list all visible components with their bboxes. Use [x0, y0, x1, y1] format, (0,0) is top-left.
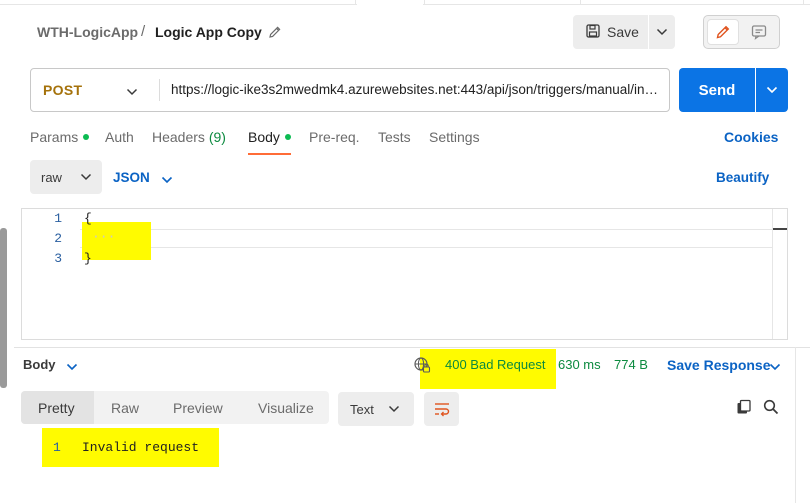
response-divider[interactable]	[14, 347, 810, 348]
edit-pencil-icon[interactable]	[268, 25, 282, 39]
response-body-select[interactable]: Body	[23, 357, 56, 372]
tab-headers[interactable]: Headers (9)	[152, 129, 226, 145]
chevron-down-icon[interactable]	[126, 84, 138, 99]
save-options-dropdown[interactable]	[649, 15, 675, 49]
body-mode-label: raw	[41, 169, 62, 185]
active-request-tab[interactable]	[357, 0, 423, 6]
body-mode-select[interactable]: raw	[30, 160, 102, 194]
breadcrumb-separator: /	[141, 23, 146, 40]
tab-count: (9)	[208, 129, 226, 145]
breadcrumb-collection[interactable]: WTH-LogicApp	[37, 24, 138, 40]
chevron-down-icon[interactable]	[66, 359, 78, 374]
send-button[interactable]: Send	[679, 68, 755, 112]
sidebar-scrollbar[interactable]	[0, 228, 7, 388]
response-size[interactable]: 774 B	[614, 357, 648, 372]
body-language-select[interactable]: JSON	[113, 170, 150, 185]
save-response-button[interactable]: Save Response	[667, 357, 771, 373]
chevron-down-icon	[656, 28, 668, 36]
http-method-select[interactable]: POST	[43, 82, 82, 98]
line-number: 1	[53, 440, 61, 455]
copy-icon[interactable]	[736, 399, 752, 418]
save-button-label: Save	[607, 24, 639, 40]
save-disk-icon	[585, 23, 601, 42]
current-line-highlight	[80, 229, 772, 248]
beautify-button[interactable]: Beautify	[716, 170, 769, 185]
view-tab-raw[interactable]: Raw	[111, 400, 139, 416]
chevron-down-icon[interactable]	[769, 359, 781, 374]
tab-label: Tests	[378, 129, 411, 145]
active-tab-underline	[248, 153, 291, 155]
chevron-down-icon	[766, 86, 778, 94]
tab-indicator-dot	[83, 134, 90, 140]
tab-label: Auth	[105, 129, 134, 145]
tab-pre-request[interactable]: Pre-req.	[309, 129, 360, 145]
line-number: 3	[54, 251, 62, 266]
wrap-lines-icon	[434, 403, 449, 417]
tab-divider	[355, 0, 356, 5]
line-number: 2	[54, 231, 62, 246]
code-line[interactable]: }	[84, 251, 92, 266]
chevron-down-icon	[80, 173, 91, 181]
line-number: 1	[54, 211, 62, 226]
response-status[interactable]: 400 Bad Request	[445, 357, 545, 372]
response-scrollbar-track[interactable]	[795, 347, 796, 503]
documentation-mode-button[interactable]	[743, 19, 775, 45]
tab-divider	[803, 0, 804, 5]
edit-pencil-icon	[716, 25, 730, 39]
tab-indicator-dot	[284, 134, 291, 140]
view-tab-visualize[interactable]: Visualize	[258, 400, 314, 416]
edit-mode-button[interactable]	[707, 19, 739, 45]
code-line[interactable]: ···	[92, 229, 115, 244]
tab-divider	[424, 0, 425, 5]
breadcrumb-request-name[interactable]: Logic App Copy	[155, 24, 262, 40]
search-icon[interactable]	[763, 399, 779, 418]
chevron-down-icon	[388, 405, 399, 413]
chevron-down-icon[interactable]	[161, 172, 173, 187]
wrap-lines-button[interactable]	[424, 392, 459, 426]
response-format-label: Text	[350, 401, 374, 417]
tab-tests[interactable]: Tests	[378, 129, 411, 145]
response-format-select[interactable]: Text	[338, 392, 414, 426]
comment-icon	[751, 25, 767, 40]
tab-body[interactable]: Body	[248, 129, 291, 145]
tab-label: Body	[248, 129, 280, 145]
globe-lock-icon[interactable]	[413, 356, 431, 377]
tab-divider	[580, 0, 581, 5]
tab-label: Pre-req.	[309, 129, 360, 145]
url-input[interactable]: https://logic-ike3s2mwedmk4.azurewebsite…	[171, 82, 663, 97]
send-options-dropdown[interactable]	[756, 68, 788, 112]
tab-label: Settings	[429, 129, 480, 145]
response-time[interactable]: 630 ms	[558, 357, 601, 372]
code-line[interactable]: {	[84, 211, 92, 226]
view-tab-preview[interactable]: Preview	[173, 400, 223, 416]
tab-label: Params	[30, 129, 79, 145]
tab-auth[interactable]: Auth	[105, 129, 134, 145]
tab-label: Headers	[152, 129, 205, 145]
url-divider	[159, 79, 160, 101]
view-tab-pretty[interactable]: Pretty	[38, 400, 75, 416]
response-body-line[interactable]: Invalid request	[82, 440, 199, 455]
editor-cursor-marker	[773, 228, 787, 230]
save-button[interactable]: Save	[573, 15, 648, 49]
cookies-link[interactable]: Cookies	[724, 129, 778, 145]
tab-params[interactable]: Params	[30, 129, 90, 145]
tab-settings[interactable]: Settings	[429, 129, 480, 145]
